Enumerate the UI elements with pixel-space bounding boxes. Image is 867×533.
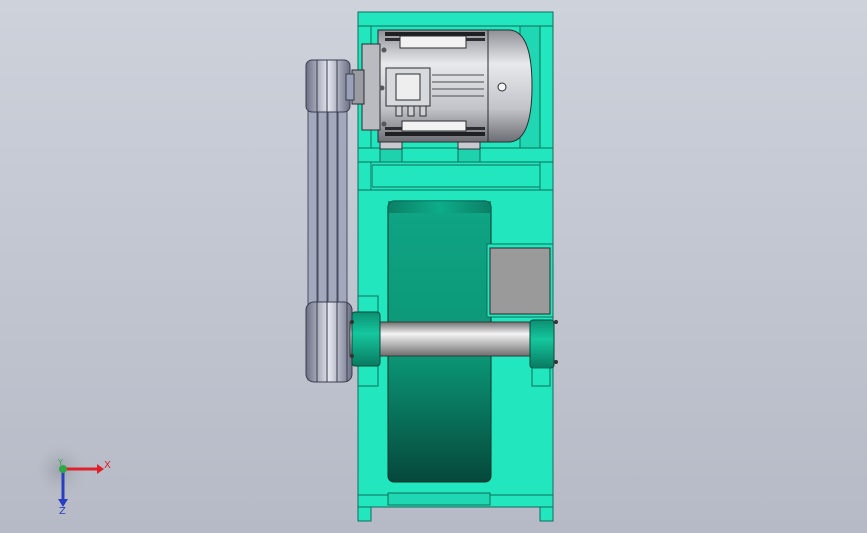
graphics-viewport[interactable]: X Y Z — [0, 0, 867, 533]
electric-motor[interactable] — [351, 29, 533, 150]
fan-assembly-model[interactable]: X Y Z — [0, 0, 867, 533]
x-axis-label: X — [104, 460, 111, 471]
z-axis-label: Z — [59, 506, 66, 517]
inlet-panel[interactable] — [486, 243, 554, 318]
y-axis-label: Y — [57, 458, 63, 467]
x-axis-arrow — [97, 464, 104, 474]
main-shaft[interactable] — [349, 321, 555, 357]
orientation-triad[interactable]: X Y Z — [38, 442, 111, 517]
bearing-right[interactable] — [529, 319, 558, 387]
belt-drive[interactable] — [305, 59, 355, 383]
bearing-left[interactable] — [350, 295, 381, 387]
